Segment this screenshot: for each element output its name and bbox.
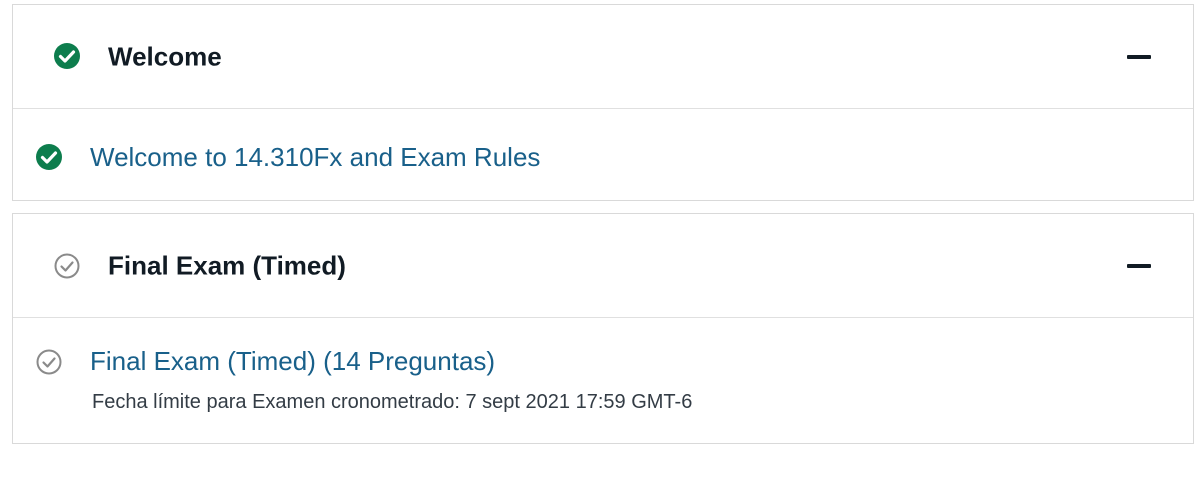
collapse-section-button[interactable]: [1125, 252, 1153, 280]
section-header[interactable]: Welcome: [13, 5, 1193, 109]
unit-link[interactable]: Welcome to 14.310Fx and Exam Rules: [90, 142, 540, 173]
minus-icon: [1127, 54, 1151, 59]
collapse-section-button[interactable]: [1125, 43, 1153, 71]
minus-icon: [1127, 263, 1151, 268]
check-circle-outline-icon: [54, 253, 80, 279]
section-header[interactable]: Final Exam (Timed): [13, 214, 1193, 318]
check-circle-filled-icon: [36, 144, 62, 170]
section-welcome: Welcome Welcome to 14.310Fx and Exam Rul…: [12, 4, 1194, 201]
check-circle-filled-icon: [54, 43, 80, 69]
unit-link[interactable]: Final Exam (Timed) (14 Preguntas): [90, 346, 495, 377]
check-circle-outline-icon: [36, 349, 62, 375]
unit-row: Final Exam (Timed) (14 Preguntas) Fecha …: [13, 318, 1193, 444]
unit-row: Welcome to 14.310Fx and Exam Rules: [13, 109, 1193, 201]
due-date-text: Fecha límite para Examen cronometrado: 7…: [92, 391, 693, 413]
section-title: Final Exam (Timed): [108, 250, 346, 280]
section-final-exam: Final Exam (Timed) Final Exam (Timed) (1…: [12, 213, 1194, 444]
section-title: Welcome: [108, 41, 222, 71]
